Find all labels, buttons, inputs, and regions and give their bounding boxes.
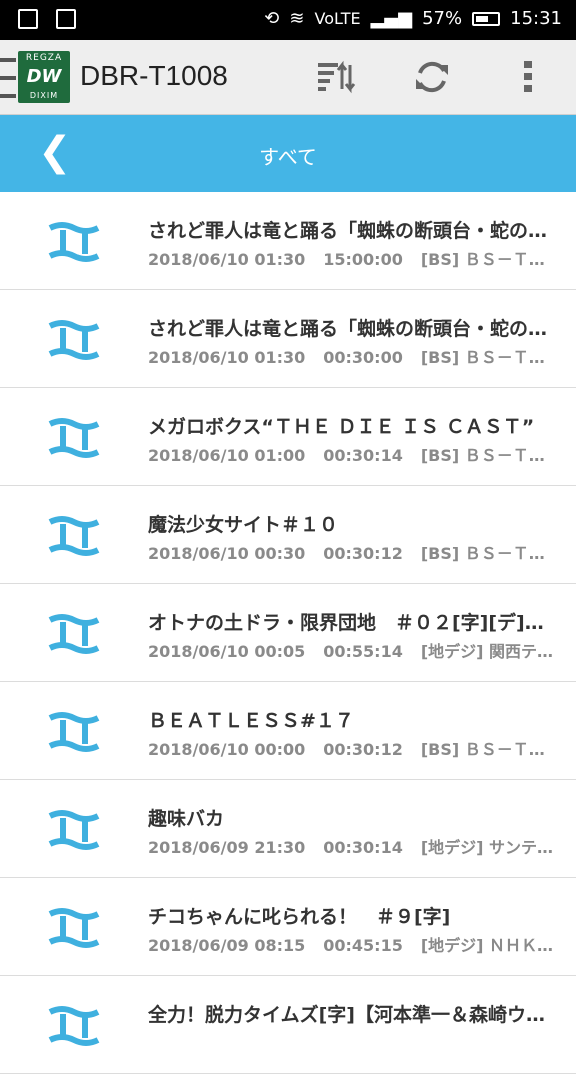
item-date: 2018/06/10 01:30 bbox=[148, 250, 306, 269]
list-item[interactable]: オトナの土ドラ・限界団地 ＃０２[字][デ]【… 2018/06/10 00:0… bbox=[0, 584, 576, 682]
wifi-icon: ≋ bbox=[289, 8, 305, 29]
more-vert-icon bbox=[524, 61, 532, 92]
item-title: されど罪人は竜と踊る「蜘蛛の断頭台・蛇の… bbox=[148, 220, 548, 242]
item-title: 魔法少女サイト＃１０ bbox=[148, 514, 339, 536]
recording-icon bbox=[48, 810, 100, 850]
gallery-notification-icon bbox=[18, 9, 38, 29]
list-item[interactable]: 魔法少女サイト＃１０ 2018/06/10 00:30 00:30:12 [BS] … bbox=[0, 486, 576, 584]
app-logo: REGZA DW DIXIM bbox=[18, 51, 70, 103]
folder-title: すべて bbox=[259, 145, 317, 169]
signal-icon: ▂▄▆ bbox=[370, 8, 413, 29]
recording-icon bbox=[48, 516, 100, 556]
item-duration: 15:00:00 bbox=[323, 250, 403, 269]
refresh-button[interactable] bbox=[384, 40, 480, 114]
item-duration: 00:30:12 bbox=[323, 740, 403, 759]
item-channel: [BS] ＢＳ－ＴＢＳ bbox=[420, 250, 560, 269]
logo-bottom-text: DIXIM bbox=[29, 91, 59, 100]
battery-icon bbox=[472, 11, 501, 26]
sort-icon bbox=[318, 60, 356, 94]
recording-icon bbox=[48, 712, 100, 752]
list-item[interactable]: チコちゃんに叱られる！ ＃９[字] 2018/06/09 08:15 00:45:… bbox=[0, 878, 576, 976]
list-item[interactable]: 全力！脱力タイムズ[字]【河本準一＆森崎ウ… bbox=[0, 976, 576, 1074]
item-channel: [地デジ] ＮＨＫ総… bbox=[420, 936, 560, 955]
refresh-icon bbox=[416, 61, 448, 93]
item-duration: 00:55:14 bbox=[323, 642, 403, 661]
item-title: 趣味バカ bbox=[148, 808, 225, 830]
clock: 15:31 bbox=[510, 8, 562, 29]
item-duration: 00:30:14 bbox=[323, 838, 403, 857]
item-duration: 00:30:00 bbox=[323, 348, 403, 367]
item-date: 2018/06/10 00:30 bbox=[148, 544, 306, 563]
volte-indicator: VoLTE bbox=[314, 9, 361, 28]
more-options-button[interactable] bbox=[480, 40, 576, 114]
list-item[interactable]: されど罪人は竜と踊る「蜘蛛の断頭台・蛇の… 2018/06/10 01:30 15… bbox=[0, 192, 576, 290]
item-title: されど罪人は竜と踊る「蜘蛛の断頭台・蛇の… bbox=[148, 318, 548, 340]
folder-header: ❮ すべて bbox=[0, 115, 576, 192]
item-title: オトナの土ドラ・限界団地 ＃０２[字][デ]【… bbox=[148, 612, 560, 634]
status-bar: ⟲ ≋ VoLTE ▂▄▆ 57% 15:31 bbox=[0, 0, 576, 40]
sort-button[interactable] bbox=[288, 40, 384, 114]
sd-card-icon bbox=[56, 9, 76, 29]
recording-icon bbox=[48, 908, 100, 948]
menu-icon[interactable] bbox=[0, 58, 16, 98]
battery-percent: 57% bbox=[422, 8, 463, 29]
item-date: 2018/06/10 00:05 bbox=[148, 642, 306, 661]
item-duration: 00:45:15 bbox=[323, 936, 403, 955]
recording-list: されど罪人は竜と踊る「蜘蛛の断頭台・蛇の… 2018/06/10 01:30 15… bbox=[0, 192, 576, 1074]
item-channel: [地デジ] サンテレ… bbox=[420, 838, 560, 857]
item-date: 2018/06/09 08:15 bbox=[148, 936, 306, 955]
device-title: DBR-T1008 bbox=[80, 60, 228, 91]
logo-top-text: REGZA bbox=[25, 53, 63, 63]
rotate-icon: ⟲ bbox=[264, 8, 280, 29]
item-duration: 00:30:12 bbox=[323, 544, 403, 563]
item-title: 全力！脱力タイムズ[字]【河本準一＆森崎ウ… bbox=[148, 1004, 545, 1026]
recording-icon bbox=[48, 222, 100, 262]
item-title: ＢＥＡＴＬＥＳＳ#１７ bbox=[148, 710, 354, 732]
item-channel: [BS] ＢＳ－ＴＢＳ bbox=[420, 740, 560, 759]
list-item[interactable]: 趣味バカ 2018/06/09 21:30 00:30:14 [地デジ] サンテレ… bbox=[0, 780, 576, 878]
item-date: 2018/06/10 01:30 bbox=[148, 348, 306, 367]
item-duration: 00:30:14 bbox=[323, 446, 403, 465]
item-title: チコちゃんに叱られる！ ＃９[字] bbox=[148, 906, 451, 928]
recording-icon bbox=[48, 1006, 100, 1046]
recording-icon bbox=[48, 614, 100, 654]
item-date: 2018/06/10 00:00 bbox=[148, 740, 306, 759]
app-bar: REGZA DW DIXIM DBR-T1008 bbox=[0, 40, 576, 115]
item-channel: [地デジ] 関西テレ… bbox=[420, 642, 560, 661]
item-date: 2018/06/09 21:30 bbox=[148, 838, 306, 857]
list-item[interactable]: ＢＥＡＴＬＥＳＳ#１７ 2018/06/10 00:00 00:30:12 [BS]… bbox=[0, 682, 576, 780]
item-date: 2018/06/10 01:00 bbox=[148, 446, 306, 465]
recording-icon bbox=[48, 320, 100, 360]
logo-mid-text: DW bbox=[26, 66, 62, 87]
item-channel: [BS] ＢＳ－ＴＢＳ bbox=[420, 348, 560, 367]
item-title: メガロボクス“ＴＨＥ ＤＩＥ ＩＳ ＣＡＳＴ” bbox=[148, 416, 535, 438]
list-item[interactable]: メガロボクス“ＴＨＥ ＤＩＥ ＩＳ ＣＡＳＴ” 2018/06/10 01:00… bbox=[0, 388, 576, 486]
list-item[interactable]: されど罪人は竜と踊る「蜘蛛の断頭台・蛇の… 2018/06/10 01:30 00… bbox=[0, 290, 576, 388]
item-channel: [BS] ＢＳ－ＴＢＳ bbox=[420, 544, 560, 563]
item-channel: [BS] ＢＳ－ＴＢＳ bbox=[420, 446, 560, 465]
recording-icon bbox=[48, 418, 100, 458]
